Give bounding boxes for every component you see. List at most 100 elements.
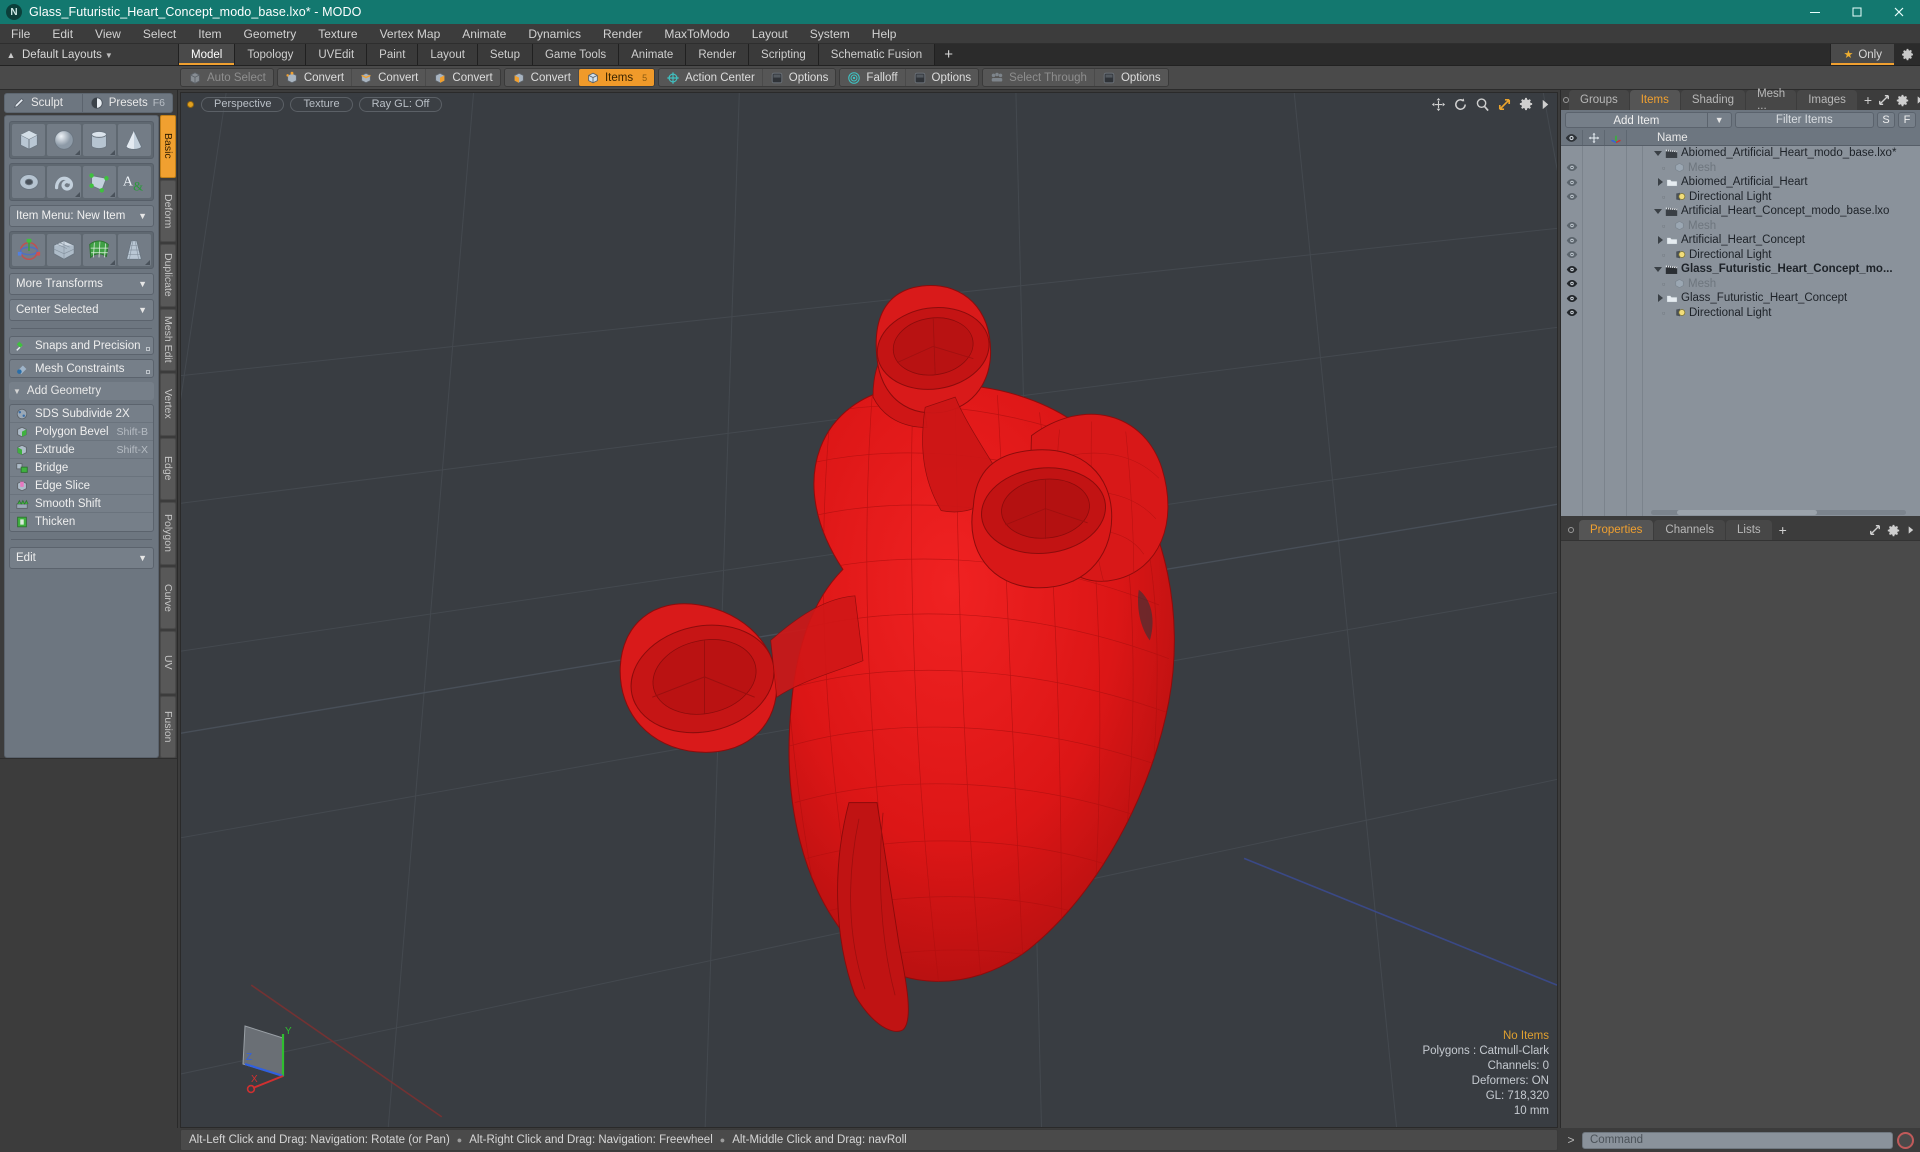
menu-file[interactable]: File <box>0 24 41 44</box>
maximize-icon[interactable] <box>1836 0 1878 24</box>
tab-topology[interactable]: Topology <box>235 44 307 65</box>
column-visibility-header[interactable] <box>1561 130 1583 145</box>
tab-mesh[interactable]: Mesh ... <box>1746 88 1797 112</box>
select-through-button[interactable]: Select Through <box>983 69 1095 86</box>
thicken-action[interactable]: Thicken <box>10 513 153 531</box>
vtab-fusion[interactable]: Fusion <box>160 695 176 758</box>
visibility-toggle[interactable] <box>1561 279 1583 288</box>
panel-menu-dot-icon[interactable] <box>1563 520 1579 540</box>
vtab-basic[interactable]: Basic <box>160 115 176 178</box>
chevron-right-icon[interactable] <box>1540 98 1551 111</box>
add-item-button[interactable]: Add Item ▼ <box>1565 112 1732 128</box>
column-axis-header[interactable] <box>1605 130 1627 145</box>
visibility-toggle[interactable] <box>1561 250 1583 259</box>
bridge-action[interactable]: Bridge <box>10 459 153 477</box>
expand-icon[interactable] <box>1869 524 1881 536</box>
pen-primitive-button[interactable] <box>82 166 116 198</box>
convert-material-button[interactable]: Convert <box>505 69 579 86</box>
menu-system[interactable]: System <box>799 24 861 44</box>
presets-button[interactable]: Presets F6 <box>81 94 172 112</box>
tab-lists[interactable]: Lists <box>1726 520 1772 540</box>
rotate-icon[interactable] <box>1453 97 1468 112</box>
column-lock-header[interactable] <box>1583 130 1605 145</box>
extrude-action[interactable]: Extrude Shift-X <box>10 441 153 459</box>
sds-subdivide-action[interactable]: SDS Subdivide 2X <box>10 405 153 423</box>
more-transforms-dropdown[interactable]: More Transforms ▼ <box>9 273 154 295</box>
fit-expand-icon[interactable] <box>1497 97 1512 112</box>
tab-shading[interactable]: Shading <box>1680 90 1746 110</box>
convert-edge-button[interactable]: Convert <box>352 69 427 86</box>
menu-help[interactable]: Help <box>861 24 908 44</box>
vtab-edge[interactable]: Edge <box>160 437 176 500</box>
tab-model[interactable]: Model <box>178 44 236 65</box>
table-row[interactable]: ▫ Directional Light <box>1561 248 1920 263</box>
add-tab-button[interactable]: + <box>935 44 962 65</box>
text-primitive-button[interactable]: A & <box>117 166 151 198</box>
transform-tool-button[interactable] <box>12 234 46 266</box>
tab-groups[interactable]: Groups <box>1569 90 1629 110</box>
menu-render[interactable]: Render <box>592 24 653 44</box>
tab-schematic-fusion[interactable]: Schematic Fusion <box>818 44 936 65</box>
pan-icon[interactable] <box>1431 97 1446 112</box>
viewport-raygl-selector[interactable]: Ray GL: Off <box>358 96 443 112</box>
table-row[interactable]: ▫ Directional Light <box>1561 190 1920 205</box>
table-row[interactable]: ▫ Directional Light <box>1561 306 1920 321</box>
vtab-deform[interactable]: Deform <box>160 179 176 242</box>
vtab-uv[interactable]: UV <box>160 631 176 694</box>
menu-texture[interactable]: Texture <box>307 24 368 44</box>
close-icon[interactable] <box>1878 0 1920 24</box>
menu-layout[interactable]: Layout <box>741 24 799 44</box>
tab-items[interactable]: Items <box>1629 90 1680 110</box>
visibility-toggle[interactable] <box>1561 192 1583 201</box>
cube-primitive-button[interactable] <box>12 124 46 156</box>
menu-geometry[interactable]: Geometry <box>233 24 308 44</box>
table-row[interactable]: ▫ Mesh <box>1561 161 1920 176</box>
chevron-right-icon[interactable] <box>1658 236 1663 245</box>
tab-scripting[interactable]: Scripting <box>749 44 819 65</box>
tab-animate[interactable]: Animate <box>619 44 687 65</box>
vtab-curve[interactable]: Curve <box>160 566 176 629</box>
visibility-toggle[interactable] <box>1561 265 1583 274</box>
convert-polygon-button[interactable]: Convert <box>426 69 499 86</box>
polygon-bevel-action[interactable]: Polygon Bevel Shift-B <box>10 423 153 441</box>
vtab-duplicate[interactable]: Duplicate <box>160 244 176 307</box>
convert-vertex-button[interactable]: Convert <box>278 69 353 86</box>
table-row[interactable]: Abiomed_Artificial_Heart <box>1561 175 1920 190</box>
items-tree-list[interactable]: Abiomed_Artificial_Heart_modo_base.lxo* … <box>1561 146 1920 516</box>
edit-dropdown[interactable]: Edit ▼ <box>9 547 154 569</box>
visibility-toggle[interactable] <box>1561 221 1583 230</box>
add-geometry-section-header[interactable]: ▼ Add Geometry <box>9 382 154 400</box>
mesh-constraints-button[interactable]: Mesh Constraints <box>9 359 154 378</box>
gear-icon[interactable] <box>1519 97 1533 111</box>
chevron-right-icon[interactable] <box>1658 178 1663 187</box>
uniform-scale-tool-button[interactable] <box>47 234 81 266</box>
perspective-viewport[interactable]: Perspective Texture Ray GL: Off No Items <box>180 92 1558 1128</box>
chevron-right-icon[interactable] <box>1658 294 1663 303</box>
menu-vertex-map[interactable]: Vertex Map <box>369 24 452 44</box>
minimize-icon[interactable] <box>1794 0 1836 24</box>
viewport-shading-selector[interactable]: Texture <box>290 96 353 112</box>
table-row[interactable]: Glass_Futuristic_Heart_Concept_mo... <box>1561 262 1920 277</box>
command-input[interactable]: Command <box>1582 1131 1893 1149</box>
zoom-magnifier-icon[interactable] <box>1475 97 1490 112</box>
tab-images[interactable]: Images <box>1797 90 1857 110</box>
visibility-toggle[interactable] <box>1561 236 1583 245</box>
chevron-down-icon[interactable] <box>1654 208 1662 214</box>
visibility-toggle[interactable] <box>1561 178 1583 187</box>
filter-f-button[interactable]: F <box>1898 112 1916 128</box>
expand-icon[interactable] <box>1878 94 1890 106</box>
chevron-down-icon[interactable]: ▼ <box>1706 113 1731 127</box>
vtab-vertex[interactable]: Vertex <box>160 373 176 436</box>
sculpt-button[interactable]: Sculpt <box>5 94 82 112</box>
table-row[interactable]: ▫ Mesh <box>1561 277 1920 292</box>
smooth-shift-action[interactable]: Smooth Shift <box>10 495 153 513</box>
gear-icon[interactable] <box>1896 94 1909 107</box>
viewport-menu-dot-icon[interactable] <box>187 100 194 108</box>
items-mode-button[interactable]: Items 5 <box>578 69 655 86</box>
only-toggle[interactable]: ★ Only <box>1830 44 1894 65</box>
tab-channels[interactable]: Channels <box>1654 520 1726 540</box>
falloff-button[interactable]: Falloff <box>840 69 906 86</box>
tab-paint[interactable]: Paint <box>367 44 419 65</box>
table-row[interactable]: Artificial_Heart_Concept_modo_base.lxo <box>1561 204 1920 219</box>
chevron-right-icon[interactable] <box>1915 94 1920 106</box>
